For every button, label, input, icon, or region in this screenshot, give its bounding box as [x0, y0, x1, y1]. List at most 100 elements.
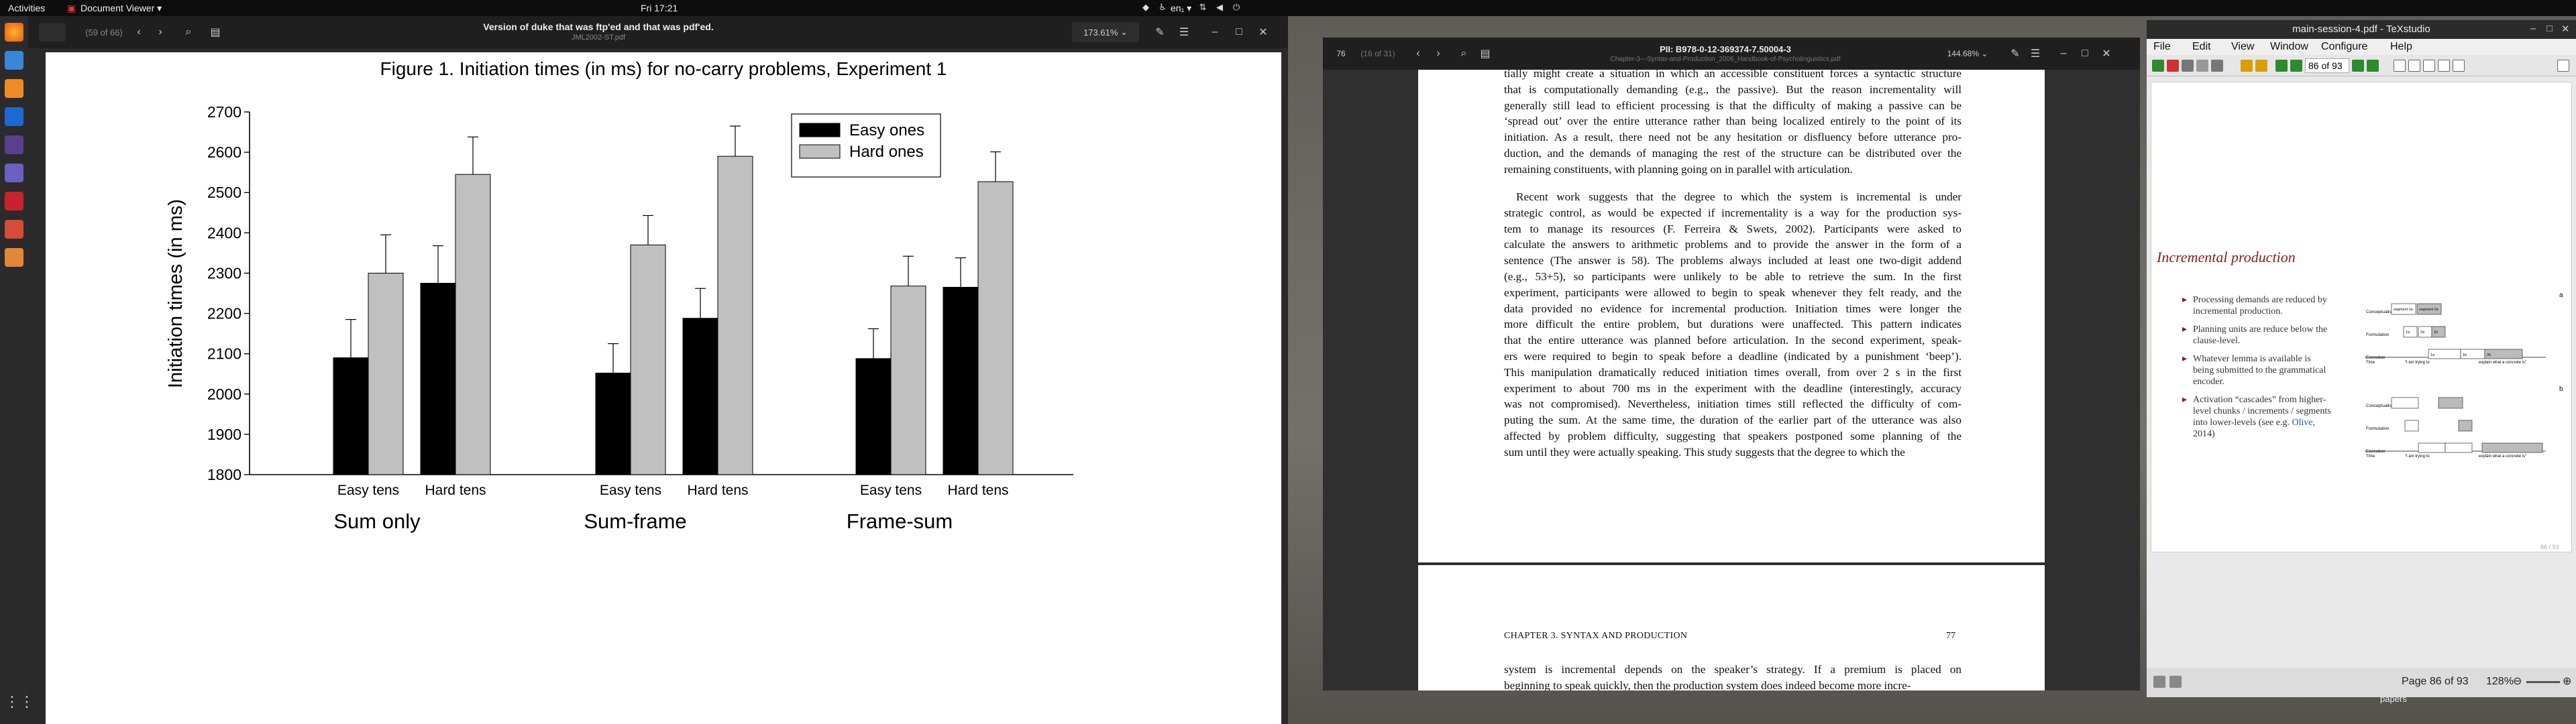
zoom-out-icon[interactable]: ⊖ — [2513, 674, 2522, 688]
next-page-icon-2[interactable]: › — [1429, 38, 1448, 70]
texstudio-title: main-session-4.pdf - TeXstudio — [2292, 23, 2430, 35]
menu-icon[interactable]: ☰ — [1173, 16, 1195, 48]
zoom-icon[interactable] — [2182, 60, 2194, 72]
volume-icon[interactable]: ◀ — [1214, 2, 1225, 13]
minimize-icon-2[interactable]: – — [2054, 38, 2073, 70]
page-input[interactable] — [39, 23, 66, 42]
first-page-icon[interactable] — [2275, 60, 2288, 72]
minimize-icon[interactable]: – — [1203, 16, 1226, 48]
stop-icon[interactable] — [2167, 60, 2179, 72]
mendeley-icon[interactable] — [5, 192, 23, 210]
maximize-icon[interactable]: □ — [1228, 16, 1250, 48]
show-apps-icon[interactable]: ⋮⋮ — [5, 693, 34, 712]
pdf-page-76: tially might create a situation in which… — [1418, 67, 2045, 562]
dock-icon[interactable] — [2557, 60, 2569, 72]
magnify-icon[interactable] — [2211, 60, 2223, 72]
continuous-icon[interactable] — [2423, 60, 2435, 72]
network-icon[interactable]: ⇅ — [1197, 2, 1208, 13]
text-editor-icon[interactable] — [5, 248, 23, 267]
diagram-row-label: Formulation — [2366, 333, 2390, 337]
text-line: calculate the answers to arithmetic prob… — [1504, 238, 1962, 251]
citation-link[interactable]: Olive, — [2292, 418, 2315, 428]
app-menu[interactable]: Document Viewer ▾ — [80, 3, 162, 14]
text-line: data provided no evidence for incrementa… — [1504, 302, 1962, 315]
y-tick-label: 2600 — [207, 143, 241, 161]
bar — [717, 156, 753, 475]
page-field[interactable]: 86 of 93 — [2305, 58, 2349, 73]
group-label: Sum only — [333, 509, 421, 533]
maximize-icon-3[interactable]: □ — [2546, 23, 2553, 34]
diagram-segment-label: 1a — [2430, 353, 2435, 357]
bullet-item: ▸ Processing demands are reduced by incre… — [2182, 295, 2327, 316]
sync-icon[interactable] — [2152, 60, 2164, 72]
power-icon[interactable]: ⏻ — [1231, 2, 1242, 13]
bluetooth-icon[interactable] — [5, 107, 23, 126]
menu-item-file[interactable]: File — [2153, 41, 2171, 53]
close-icon-2[interactable]: ✕ — [2097, 38, 2116, 70]
zoom-selector-2[interactable]: 144.68% ⌄ — [1937, 38, 1998, 70]
taskbar-label: papers — [2380, 694, 2407, 704]
page-input-2[interactable]: 76 — [1331, 38, 1351, 70]
diagram-row-label: Execution — [2366, 449, 2385, 454]
prev-page-icon-2[interactable]: ‹ — [1409, 38, 1428, 70]
text-line: affected by problem difficulty, suggesti… — [1504, 429, 1962, 442]
zoom-slider[interactable] — [2526, 681, 2560, 683]
menu-item-configure[interactable]: Configure — [2321, 41, 2367, 53]
close-icon[interactable]: ✕ — [1252, 16, 1275, 48]
fit-page-icon[interactable] — [2453, 60, 2465, 72]
group-label: Frame-sum — [847, 509, 953, 533]
menu-item-window[interactable]: Window — [2270, 41, 2308, 53]
hand-icon[interactable] — [2196, 60, 2208, 72]
clock[interactable]: Fri 17:21 — [641, 3, 678, 13]
sidebar-icon-2[interactable]: ▤ — [1476, 38, 1495, 70]
back-icon[interactable] — [2241, 60, 2253, 72]
diagram-segment — [2438, 397, 2463, 409]
next-page-icon-3[interactable] — [2352, 60, 2364, 72]
files-icon[interactable] — [5, 51, 23, 70]
menu-item-edit[interactable]: Edit — [2192, 41, 2211, 53]
forward-icon[interactable] — [2255, 60, 2267, 72]
texstudio-icon[interactable] — [5, 220, 23, 239]
minimize-icon-3[interactable]: – — [2530, 23, 2536, 34]
search-icon-2[interactable]: ⌕ — [1454, 38, 1473, 70]
text-line: tem to manage its resources (F. Ferreira… — [1504, 222, 1962, 235]
menu-item-help[interactable]: Help — [2390, 41, 2412, 53]
close-icon-3[interactable]: ✕ — [2561, 23, 2570, 35]
menubar: File Edit View Window Configure Help — [2147, 39, 2576, 55]
zoom-in-icon[interactable]: ⊕ — [2563, 674, 2571, 688]
tex-icon[interactable] — [5, 135, 23, 154]
prev-page-icon-3[interactable] — [2290, 60, 2302, 72]
app-icon[interactable] — [5, 164, 23, 182]
legend-label: Easy ones — [849, 121, 924, 139]
single-page-icon[interactable] — [2394, 60, 2406, 72]
status-zoom[interactable]: 128% — [2486, 676, 2514, 688]
search-icon[interactable]: ⌕ — [177, 16, 200, 48]
menu-item-view[interactable]: View — [2231, 41, 2254, 53]
text-line: experiment to about 700 ms in the experi… — [1504, 381, 1962, 395]
annotate-icon-2[interactable]: ✎ — [2006, 38, 2025, 70]
lock-icon-2[interactable] — [2169, 676, 2182, 688]
activities-button[interactable]: Activities — [8, 3, 45, 13]
menu-icon-2[interactable]: ☰ — [2026, 38, 2045, 70]
diagram-axis-label: explain what a concrete is” — [2479, 455, 2526, 459]
annotate-icon[interactable]: ✎ — [1148, 16, 1171, 48]
bar — [455, 174, 491, 475]
diagram-axis-label: “I am trying to — [2405, 455, 2430, 459]
y-tick-label: 2100 — [207, 345, 241, 363]
accessibility-icon[interactable]: ♿ — [1157, 2, 1168, 13]
last-page-icon[interactable] — [2367, 60, 2379, 72]
sidebar-icon[interactable]: ▤ — [204, 16, 227, 48]
firefox-icon[interactable] — [5, 23, 23, 42]
lock-icon[interactable] — [2153, 676, 2165, 688]
fit-width-icon[interactable] — [2438, 60, 2450, 72]
prev-page-icon[interactable]: ‹ — [129, 16, 149, 48]
software-icon[interactable] — [5, 79, 23, 98]
next-page-icon[interactable]: › — [150, 16, 170, 48]
maximize-icon-2[interactable]: □ — [2076, 38, 2094, 70]
two-pages-icon[interactable] — [2408, 60, 2420, 72]
dropbox-icon[interactable]: ◆ — [1140, 2, 1151, 13]
category-label: Hard tens — [947, 483, 1008, 498]
language-selector[interactable]: en₁ ▾ — [1171, 3, 1191, 14]
zoom-selector[interactable]: 173.61% ⌄ — [1072, 22, 1139, 42]
slide-title: Incremental production — [2157, 249, 2296, 265]
